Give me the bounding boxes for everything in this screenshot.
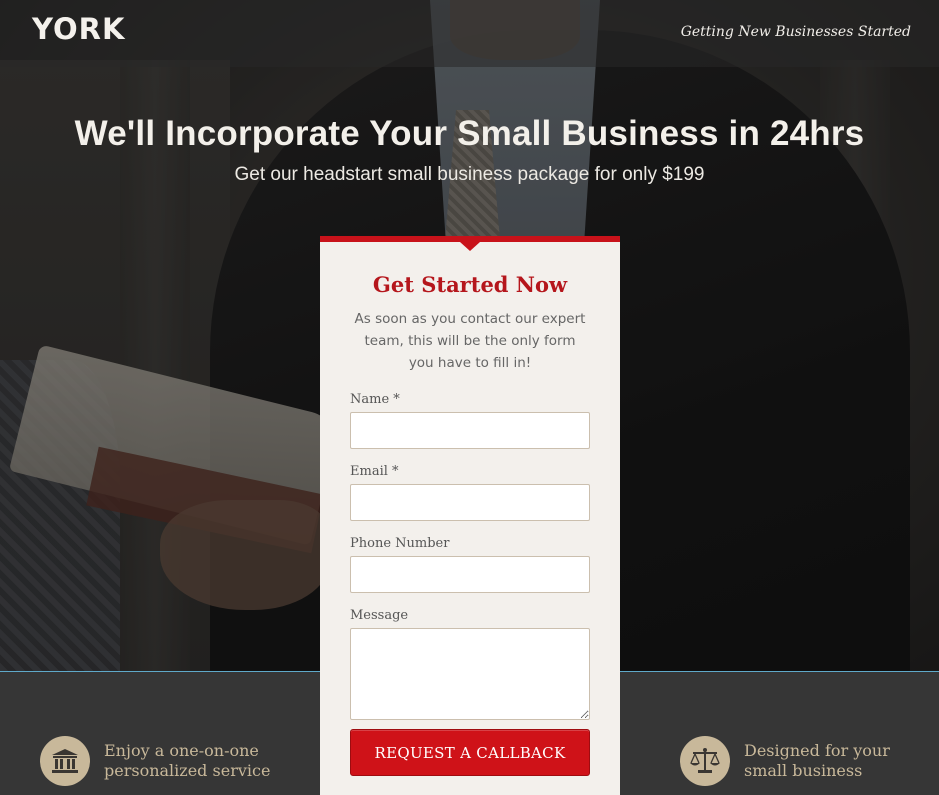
request-callback-button[interactable]: REQUEST A CALLBACK: [350, 729, 590, 776]
logo[interactable]: YORK: [32, 12, 125, 46]
card-notch: [460, 242, 480, 251]
feature-text-line: Designed for your: [744, 741, 890, 760]
tagline: Getting New Businesses Started: [680, 24, 911, 40]
email-field[interactable]: [350, 484, 590, 521]
hero-subheadline: Get our headstart small business package…: [234, 164, 705, 185]
signup-form-card: Get Started Now As soon as you contact o…: [320, 236, 620, 795]
bank-icon: [40, 736, 90, 786]
feature-text-line: Enjoy a one-on-one: [104, 741, 259, 760]
message-label: Message: [350, 608, 409, 623]
feature-text: Enjoy a one-on-one personalized service: [104, 741, 270, 781]
form-title: Get Started Now: [372, 272, 568, 297]
feature-text: Designed for your small business: [744, 741, 890, 781]
feature-personalized-service: Enjoy a one-on-one personalized service: [40, 736, 270, 786]
top-bar: YORK Getting New Businesses Started: [0, 0, 939, 67]
message-field[interactable]: [350, 628, 590, 720]
email-label: Email *: [350, 464, 399, 479]
name-label: Name *: [350, 392, 400, 407]
feature-text-line: small business: [744, 761, 863, 780]
phone-label: Phone Number: [350, 536, 450, 551]
name-field[interactable]: [350, 412, 590, 449]
phone-field[interactable]: [350, 556, 590, 593]
feature-text-line: personalized service: [104, 761, 271, 780]
scales-icon: [680, 736, 730, 786]
hero-headline: We'll Incorporate Your Small Business in…: [74, 114, 865, 153]
form-description: As soon as you contact our expert team, …: [354, 311, 586, 371]
feature-small-business: Designed for your small business: [680, 736, 890, 786]
